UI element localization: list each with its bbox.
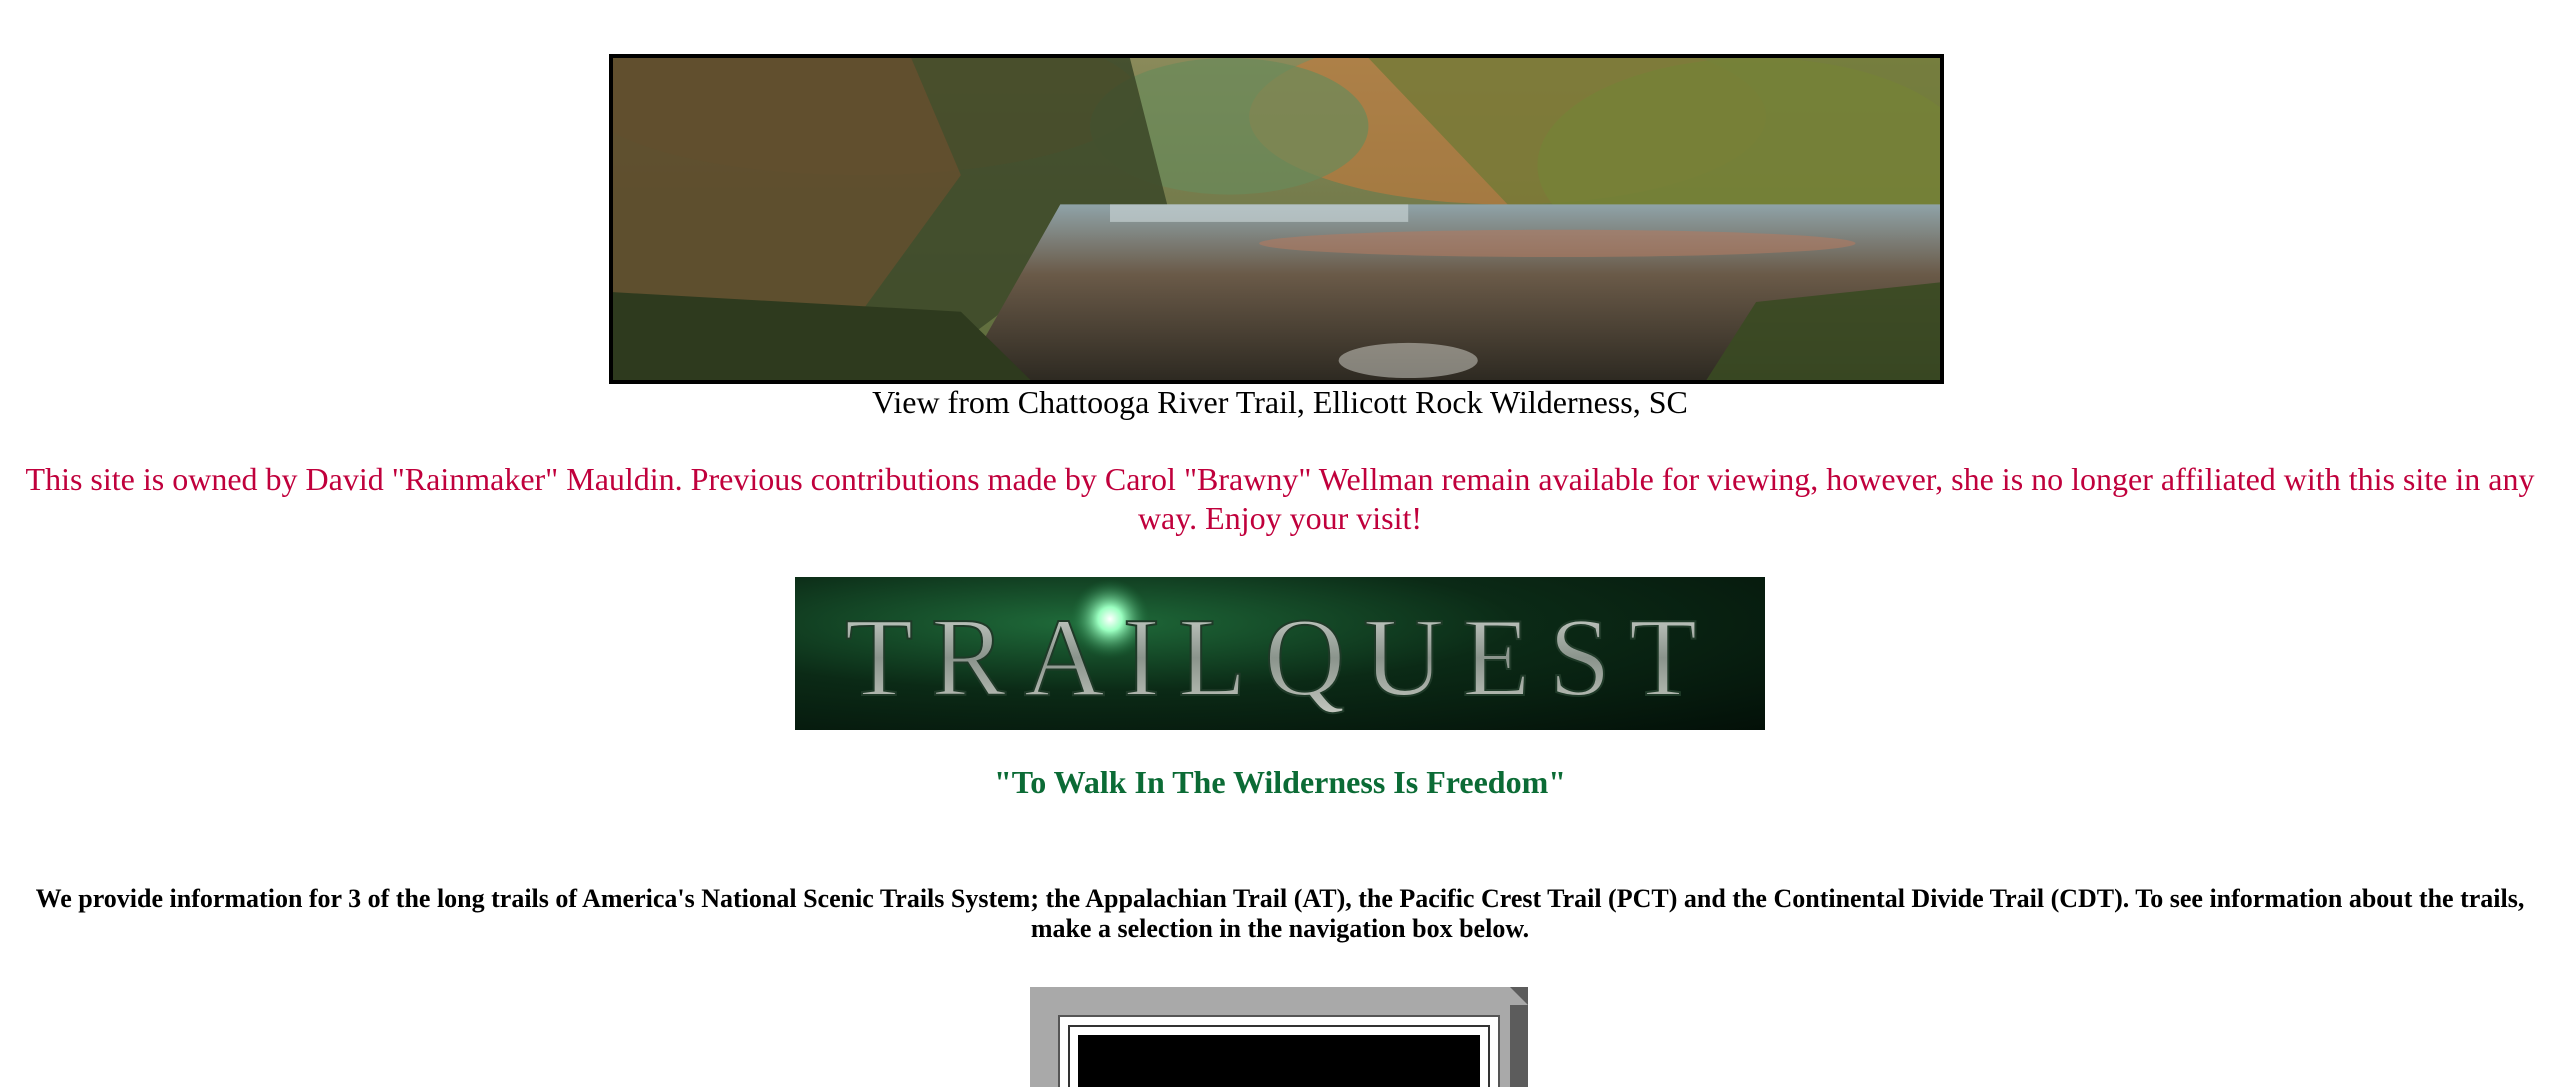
nav-screen[interactable] [1078,1035,1480,1087]
logo-graphic: TRAILQUEST [844,579,1716,721]
hero-photo [609,54,1944,384]
ownership-notice: This site is owned by David "Rainmaker" … [25,461,2535,536]
frame-corner [1510,987,1528,1005]
hero-caption: View from Chattooga River Trail, Ellicot… [872,384,1688,420]
trailquest-logo: TRAILQUEST [795,577,1765,730]
intro-text: We provide information for 3 of the long… [35,884,2525,943]
river-landscape-image [613,58,1940,380]
frame-shade [1510,1005,1528,1087]
navigation-box[interactable] [1030,987,1528,1087]
motto: "To Walk In The Wilderness Is Freedom" [994,764,1566,800]
nav-frame-inner [1068,1025,1490,1087]
logo-wordmark: TRAILQUEST [845,596,1716,720]
nav-frame [1058,1015,1500,1087]
